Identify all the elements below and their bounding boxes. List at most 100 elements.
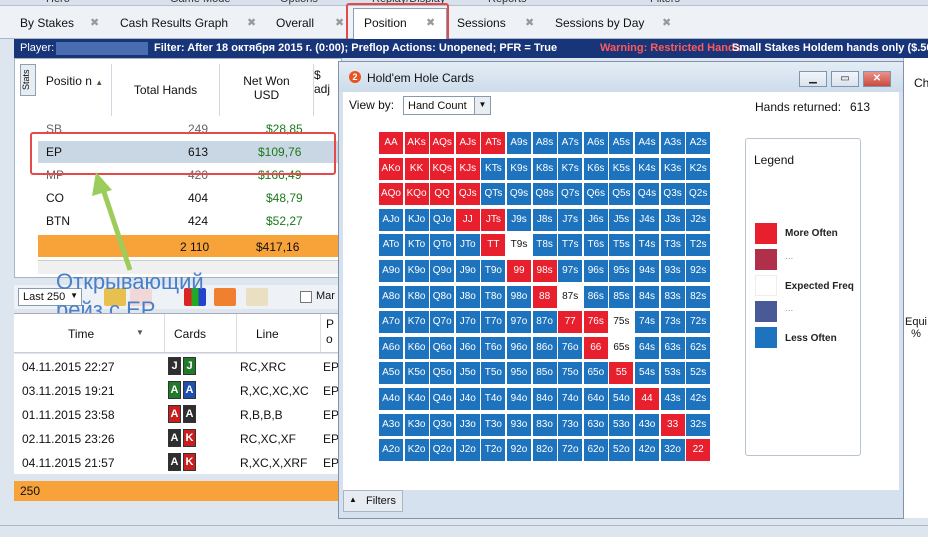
hand-cell[interactable]: Q6s: [583, 183, 608, 206]
hand-cell[interactable]: Q8s: [532, 183, 557, 206]
hand-cell[interactable]: 92s: [686, 260, 711, 282]
menu-item[interactable]: Options: [280, 0, 318, 5]
tab-overall[interactable]: Overall: [276, 16, 314, 38]
hand-cell[interactable]: AA: [379, 132, 403, 154]
hand-cell[interactable]: K9o: [404, 260, 429, 282]
hand-cell[interactable]: 65o: [583, 362, 608, 385]
hand-cell[interactable]: T6s: [583, 234, 608, 257]
hand-cell[interactable]: A2o: [379, 439, 403, 462]
maximize-button[interactable]: ▭: [831, 71, 859, 87]
close-icon[interactable]: ✖: [90, 16, 99, 29]
hand-cell[interactable]: K2s: [686, 157, 711, 180]
hand-cell[interactable]: Q9s: [507, 183, 531, 206]
hand-cell[interactable]: J6s: [583, 208, 608, 231]
hand-cell[interactable]: A8s: [532, 132, 557, 154]
hand-cell[interactable]: QJs: [455, 183, 480, 206]
hand-cell[interactable]: A9o: [379, 260, 403, 282]
hand-cell[interactable]: K8s: [532, 157, 557, 180]
settings-icon[interactable]: [246, 288, 268, 306]
hand-cell[interactable]: 85o: [532, 362, 557, 385]
hand-cell[interactable]: A5o: [379, 362, 403, 385]
hand-cell[interactable]: 84o: [532, 388, 557, 410]
hand-cell[interactable]: J4s: [635, 208, 659, 231]
hand-cell[interactable]: Q2s: [686, 183, 711, 206]
hand-cell[interactable]: T8s: [532, 234, 557, 257]
hand-cell[interactable]: A3s: [660, 132, 685, 154]
hand-cell[interactable]: 63s: [660, 336, 685, 359]
hand-cell[interactable]: 52o: [609, 439, 634, 462]
hand-cell[interactable]: T5s: [609, 234, 634, 257]
hand-cell[interactable]: AQs: [430, 132, 455, 154]
hand-cell[interactable]: T4o: [481, 388, 506, 410]
menu-item[interactable]: Reports: [488, 0, 527, 5]
filters-button[interactable]: ▲ Filters: [343, 490, 403, 512]
hand-cell[interactable]: T2o: [481, 439, 506, 462]
hand-cell[interactable]: J4o: [455, 388, 480, 410]
hand-cell[interactable]: 65s: [609, 336, 634, 359]
hand-cell[interactable]: 53o: [609, 413, 634, 436]
hand-cell[interactable]: AQo: [379, 183, 403, 206]
hand-cell[interactable]: K6s: [583, 157, 608, 180]
hand-cell[interactable]: 44: [635, 388, 659, 410]
col-header-total-hands[interactable]: Total Hands: [112, 64, 220, 116]
hand-cell[interactable]: 32s: [686, 413, 711, 436]
table-row[interactable]: BTN 424 $52,27: [38, 210, 340, 232]
hand-cell[interactable]: K7s: [558, 157, 583, 180]
hand-cell[interactable]: Q2o: [430, 439, 455, 462]
tab-sessions[interactable]: Sessions: [457, 16, 506, 38]
hand-cell[interactable]: J8s: [532, 208, 557, 231]
hand-cell[interactable]: 75s: [609, 311, 634, 334]
hand-cell[interactable]: T3s: [660, 234, 685, 257]
hand-cell[interactable]: A6o: [379, 336, 403, 359]
hand-cell[interactable]: Q4o: [430, 388, 455, 410]
hand-cell[interactable]: K6o: [404, 336, 429, 359]
hand-cell[interactable]: 94s: [635, 260, 659, 282]
tab-sessions-by-day[interactable]: Sessions by Day: [555, 16, 644, 38]
hand-cell[interactable]: 62o: [583, 439, 608, 462]
table-row[interactable]: 04.11.2015 22:27 J J RC,XRC EP: [14, 354, 342, 378]
hand-cell[interactable]: Q3o: [430, 413, 455, 436]
hand-cell[interactable]: TT: [481, 234, 506, 257]
hand-cell[interactable]: 76o: [558, 336, 583, 359]
hand-cell[interactable]: KQo: [404, 183, 429, 206]
hand-cell[interactable]: A4s: [635, 132, 659, 154]
hand-cell[interactable]: T7s: [558, 234, 583, 257]
hand-cell[interactable]: K4s: [635, 157, 659, 180]
hand-cell[interactable]: T6o: [481, 336, 506, 359]
table-row[interactable]: 02.11.2015 23:26 A K RC,XC,XF EP: [14, 426, 342, 450]
hand-cell[interactable]: A8o: [379, 285, 403, 308]
col-header-cards[interactable]: Cards: [174, 327, 206, 341]
hand-cell[interactable]: J6o: [455, 336, 480, 359]
hand-cell[interactable]: K2o: [404, 439, 429, 462]
hand-cell[interactable]: J5s: [609, 208, 634, 231]
hand-cell[interactable]: 76s: [583, 311, 608, 334]
table-row[interactable]: CO 404 $48,79: [38, 187, 340, 209]
hand-cell[interactable]: K4o: [404, 388, 429, 410]
dialog-titlebar[interactable]: 2 Hold'em Hole Cards ▁ ▭ ✕: [339, 62, 903, 92]
hand-cell[interactable]: JTs: [481, 208, 506, 231]
hand-cell[interactable]: 86s: [583, 285, 608, 308]
hand-cell[interactable]: T9s: [507, 234, 531, 257]
hand-cell[interactable]: K3o: [404, 413, 429, 436]
hand-cell[interactable]: 94o: [507, 388, 531, 410]
hand-cell[interactable]: JJ: [455, 208, 480, 231]
hand-cell[interactable]: 87s: [558, 285, 583, 308]
table-row[interactable]: 03.11.2015 19:21 A A R,XC,XC,XC EP: [14, 378, 342, 402]
hand-cell[interactable]: 54o: [609, 388, 634, 410]
hand-cell[interactable]: 83s: [660, 285, 685, 308]
hand-cell[interactable]: 63o: [583, 413, 608, 436]
hand-cell[interactable]: J2o: [455, 439, 480, 462]
col-header-net-won[interactable]: Net Won USD: [220, 64, 314, 116]
stats-side-tab[interactable]: Stats: [20, 64, 36, 96]
hand-cell[interactable]: 55: [609, 362, 634, 385]
hand-cell[interactable]: KQs: [430, 157, 455, 180]
hand-cell[interactable]: Q6o: [430, 336, 455, 359]
close-icon[interactable]: ✖: [525, 16, 534, 29]
hand-cell[interactable]: 88: [532, 285, 557, 308]
col-header-position[interactable]: Positio n ▲: [38, 64, 112, 116]
hand-cell[interactable]: 64s: [635, 336, 659, 359]
hand-cell[interactable]: T8o: [481, 285, 506, 308]
hand-cell[interactable]: 52s: [686, 362, 711, 385]
hand-cell[interactable]: ATs: [481, 132, 506, 154]
hand-cell[interactable]: T5o: [481, 362, 506, 385]
